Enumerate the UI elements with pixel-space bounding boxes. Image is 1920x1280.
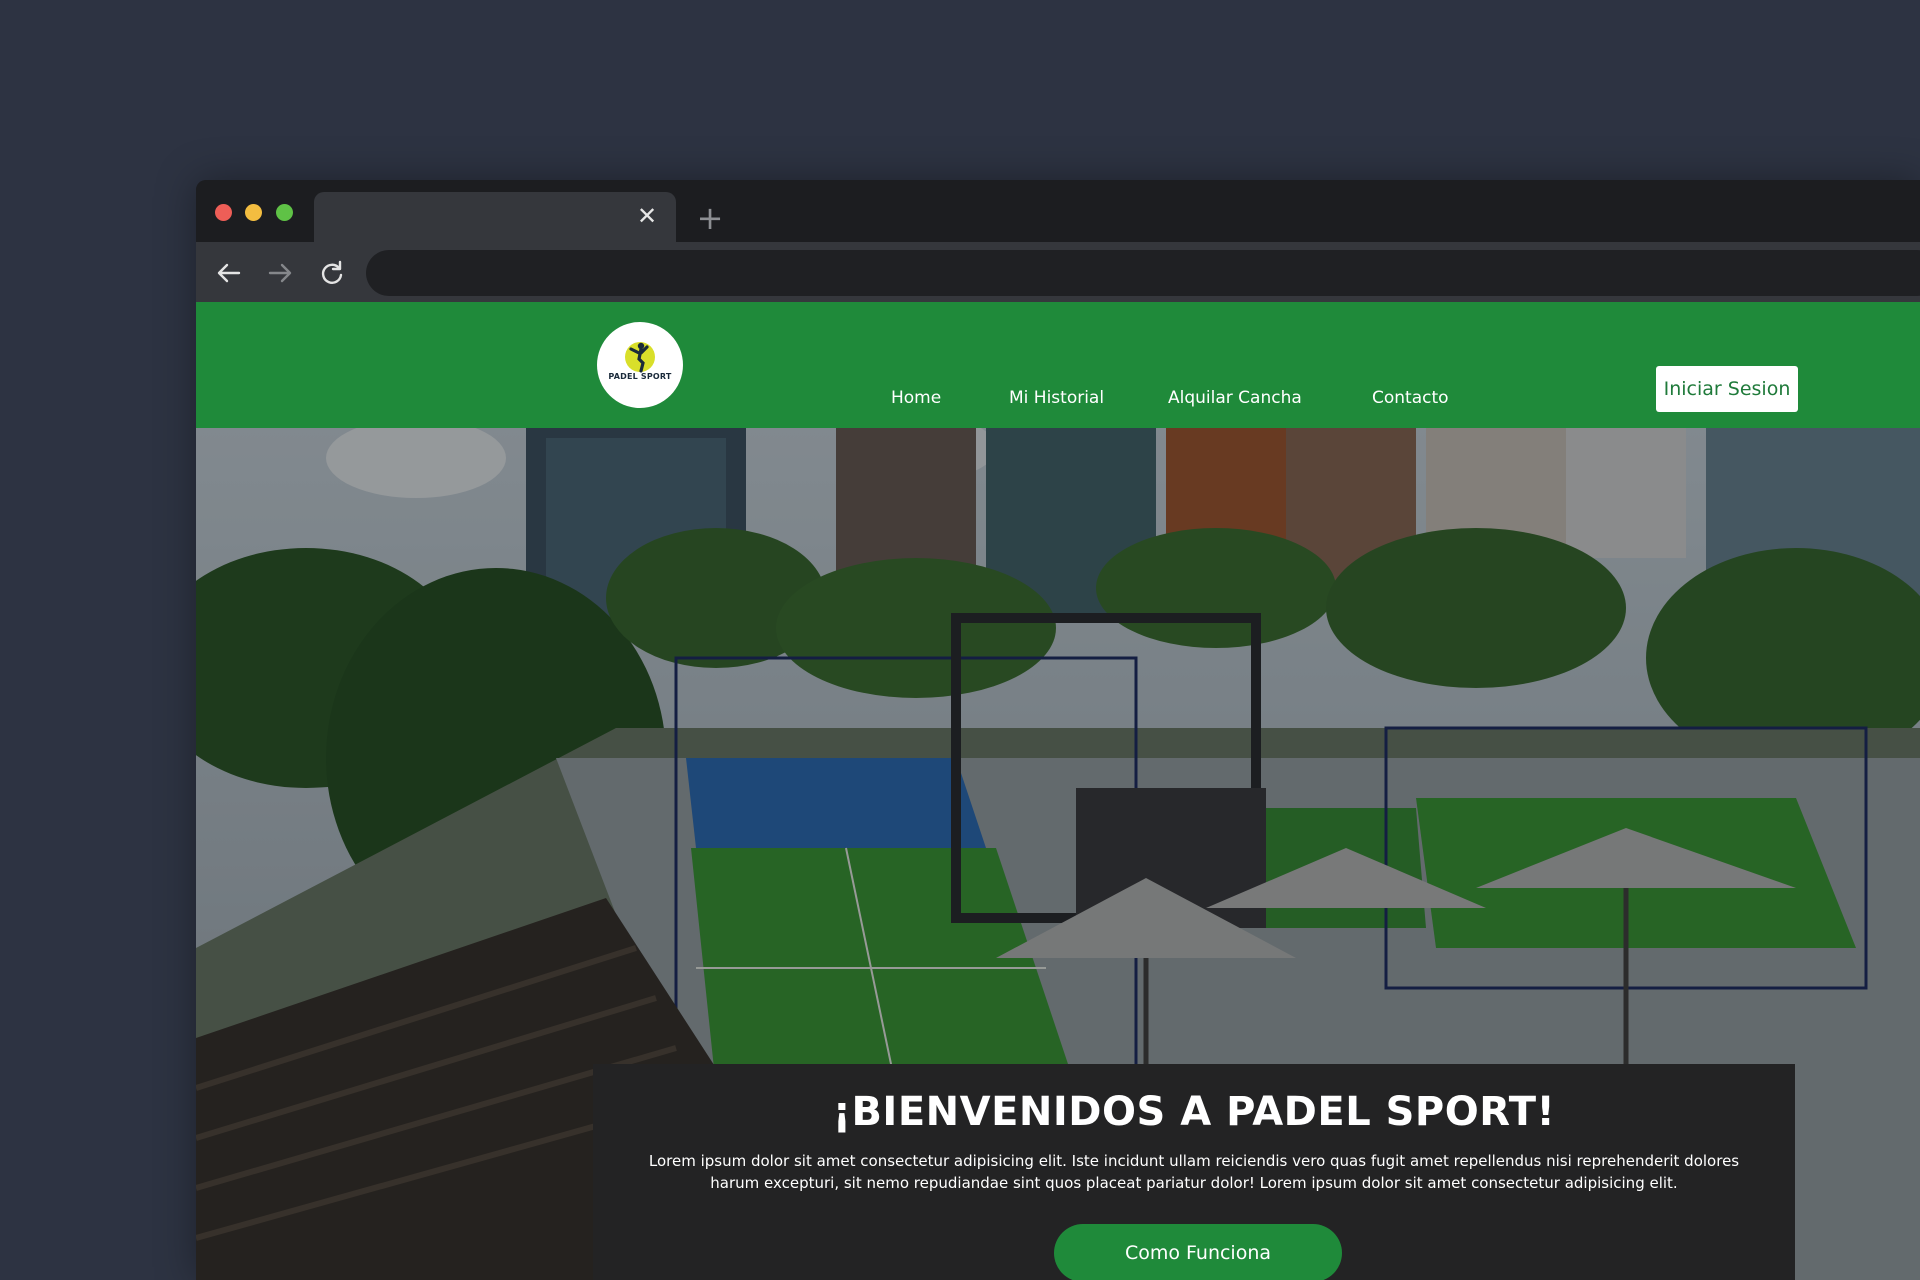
padel-sport-logo[interactable]: PADEL SPORT xyxy=(597,322,683,408)
site-header: PADEL SPORT Home Mi Historial Alquilar C… xyxy=(196,302,1920,428)
close-window-button[interactable] xyxy=(215,204,232,221)
nav-mi-historial[interactable]: Mi Historial xyxy=(1009,388,1104,408)
logo-text: PADEL SPORT xyxy=(608,372,672,381)
arrow-left-icon[interactable] xyxy=(212,256,246,290)
hero-title: ¡BIENVENIDOS A PADEL SPORT! xyxy=(832,1089,1556,1135)
como-funciona-button[interactable]: Como Funciona xyxy=(1054,1224,1342,1280)
nav-contacto[interactable]: Contacto xyxy=(1372,388,1449,408)
maximize-window-button[interactable] xyxy=(276,204,293,221)
page-viewport: PADEL SPORT Home Mi Historial Alquilar C… xyxy=(196,302,1920,1280)
reload-icon[interactable] xyxy=(314,256,348,290)
tab-bar: ✕ + xyxy=(196,180,1920,242)
browser-window: ✕ + PADEL SPORT Home Mi Historial Alquil… xyxy=(196,180,1920,1280)
address-bar[interactable] xyxy=(366,250,1920,296)
browser-tab[interactable]: ✕ xyxy=(314,192,676,242)
minimize-window-button[interactable] xyxy=(245,204,262,221)
browser-toolbar xyxy=(196,242,1920,302)
nav-alquilar-cancha[interactable]: Alquilar Cancha xyxy=(1168,388,1302,408)
welcome-panel: ¡BIENVENIDOS A PADEL SPORT! Lorem ipsum … xyxy=(593,1064,1795,1280)
close-tab-icon[interactable]: ✕ xyxy=(632,201,662,231)
hero-text: Lorem ipsum dolor sit amet consectetur a… xyxy=(648,1152,1740,1192)
hero-section: ¡BIENVENIDOS A PADEL SPORT! Lorem ipsum … xyxy=(196,428,1920,1280)
arrow-right-icon[interactable] xyxy=(263,256,297,290)
new-tab-icon[interactable]: + xyxy=(690,198,730,238)
nav-home[interactable]: Home xyxy=(891,388,941,408)
login-button[interactable]: Iniciar Sesion xyxy=(1656,366,1798,412)
